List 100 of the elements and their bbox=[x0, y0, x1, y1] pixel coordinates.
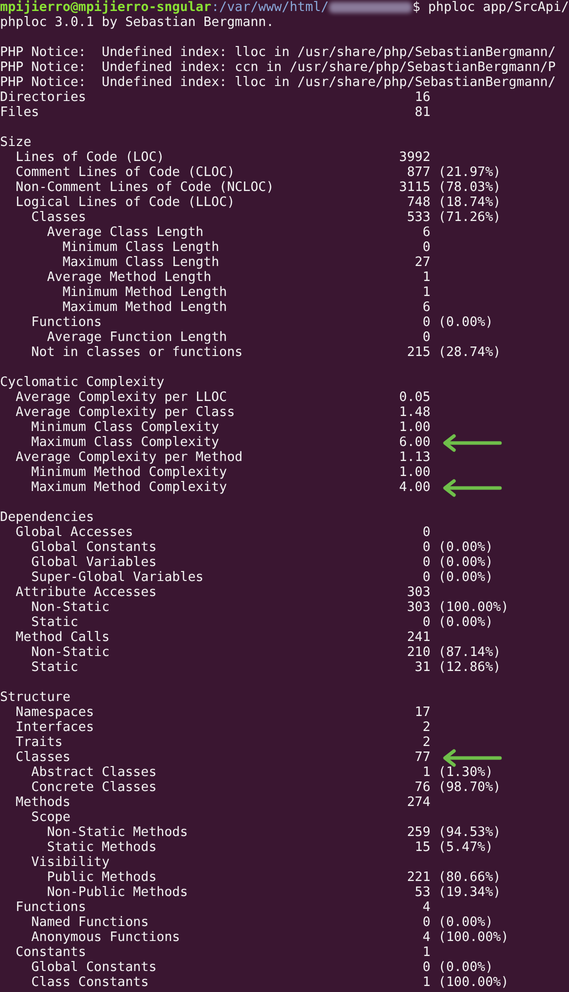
metric-percent: (100.00%) bbox=[438, 600, 509, 615]
metric-value: 1.00 bbox=[399, 465, 430, 480]
metric-label: Lines of Code (LOC) bbox=[16, 150, 164, 165]
metric-label: Methods bbox=[16, 795, 70, 810]
arrow-icon bbox=[442, 748, 502, 766]
metric-value: 4 bbox=[422, 930, 430, 945]
section-title: Size bbox=[0, 135, 32, 150]
metric-percent: (21.97%) bbox=[438, 165, 501, 180]
metric-percent: (71.26%) bbox=[438, 210, 501, 225]
metric-value: 0 bbox=[422, 960, 430, 975]
metric-value: 17 bbox=[414, 705, 430, 720]
metric-value: 1 bbox=[422, 975, 430, 990]
metric-label: Scope bbox=[31, 810, 70, 825]
section-title: Cyclomatic Complexity bbox=[0, 375, 164, 390]
metric-label: Classes bbox=[31, 210, 86, 225]
metric-label: Average Method Length bbox=[46, 270, 212, 285]
metric-label: Interfaces bbox=[16, 720, 94, 735]
metric-label: Non-Comment Lines of Code (NCLOC) bbox=[16, 180, 274, 195]
metric-label: Method Calls bbox=[16, 630, 110, 645]
metric-label: Average Complexity per LLOC bbox=[16, 390, 227, 405]
metric-percent: (0.00%) bbox=[438, 615, 494, 630]
metric-value: 259 bbox=[406, 825, 430, 840]
metric-value: 0 bbox=[422, 315, 430, 330]
metric-label: Files bbox=[0, 105, 40, 120]
metric-label: Maximum Class Length bbox=[62, 255, 220, 270]
metric-label: Minimum Method Complexity bbox=[31, 465, 227, 480]
metric-percent: (100.00%) bbox=[438, 975, 509, 990]
metric-label: Static Methods bbox=[46, 840, 157, 855]
metric-percent: (78.03%) bbox=[438, 180, 501, 195]
metric-label: Directories bbox=[0, 90, 86, 105]
metric-label: Average Complexity per Class bbox=[16, 405, 235, 420]
notice-text: PHP Notice: Undefined index: lloc in /usr/share/php/SebastianBergmann/ bbox=[0, 45, 556, 60]
metric-label: Classes bbox=[16, 750, 70, 765]
metric-label: Traits bbox=[16, 735, 63, 750]
metric-label: Constants bbox=[16, 945, 86, 960]
banner-text: phploc 3.0.1 by Sebastian Bergmann. bbox=[0, 15, 274, 30]
metric-value: 2 bbox=[422, 720, 430, 735]
metric-label: Global Constants bbox=[31, 540, 157, 555]
metric-percent: (0.00%) bbox=[438, 915, 494, 930]
metric-percent: (5.47%) bbox=[438, 840, 494, 855]
metric-percent: (100.00%) bbox=[438, 930, 509, 945]
metric-value: 3115 bbox=[399, 180, 430, 195]
command-text: phploc app/SrcApi/ bbox=[428, 0, 569, 15]
metric-label: Functions bbox=[16, 900, 86, 915]
metric-label: Anonymous Functions bbox=[31, 930, 180, 945]
metric-label: Maximum Class Complexity bbox=[31, 435, 220, 450]
metric-label: Global Accesses bbox=[16, 525, 134, 540]
metric-label: Concrete Classes bbox=[31, 780, 157, 795]
metric-label: Static bbox=[31, 660, 78, 675]
metric-percent: (1.30%) bbox=[438, 765, 494, 780]
arrow-icon bbox=[442, 478, 502, 496]
metric-label: Global Variables bbox=[31, 555, 157, 570]
metric-value: 1.00 bbox=[399, 420, 430, 435]
metric-percent: (0.00%) bbox=[438, 315, 494, 330]
metric-percent: (80.66%) bbox=[438, 870, 501, 885]
metric-percent: (19.34%) bbox=[438, 885, 501, 900]
metric-label: Maximum Method Complexity bbox=[31, 480, 227, 495]
metric-percent: (94.53%) bbox=[438, 825, 501, 840]
metric-value: 221 bbox=[406, 870, 430, 885]
metric-value: 303 bbox=[406, 600, 430, 615]
metric-label: Abstract Classes bbox=[31, 765, 157, 780]
metric-value: 210 bbox=[406, 645, 430, 660]
metric-label: Named Functions bbox=[31, 915, 149, 930]
metric-label: Minimum Class Length bbox=[62, 240, 220, 255]
metric-label: Non-Static Methods bbox=[46, 825, 188, 840]
metric-label: Non-Static bbox=[31, 600, 110, 615]
metric-value: 1 bbox=[422, 285, 430, 300]
arrow-icon bbox=[442, 434, 502, 452]
metric-value: 0.05 bbox=[399, 390, 430, 405]
metric-value: 81 bbox=[414, 105, 430, 120]
prompt-path: :/var/www/html/ bbox=[211, 0, 329, 15]
metric-percent: (12.86%) bbox=[438, 660, 501, 675]
metric-value: 1 bbox=[422, 270, 430, 285]
metric-value: 274 bbox=[406, 795, 430, 810]
metric-value: 533 bbox=[406, 210, 430, 225]
metric-value: 76 bbox=[414, 780, 430, 795]
metric-label: Namespaces bbox=[16, 705, 94, 720]
metric-percent: (98.70%) bbox=[438, 780, 501, 795]
metric-value: 15 bbox=[414, 840, 430, 855]
metric-label: Visibility bbox=[31, 855, 110, 870]
metric-value: 1 bbox=[422, 945, 430, 960]
metric-value: 0 bbox=[422, 525, 430, 540]
metric-percent: (87.14%) bbox=[438, 645, 501, 660]
metric-value: 748 bbox=[406, 195, 430, 210]
metric-label: Non-Static bbox=[31, 645, 110, 660]
section-title: Structure bbox=[0, 690, 70, 705]
metric-value: 2 bbox=[422, 735, 430, 750]
metric-value: 241 bbox=[406, 630, 430, 645]
metric-label: Comment Lines of Code (CLOC) bbox=[16, 165, 235, 180]
metric-label: Average Class Length bbox=[46, 225, 204, 240]
metric-value: 877 bbox=[406, 165, 430, 180]
metric-label: Not in classes or functions bbox=[31, 345, 243, 360]
metric-label: Static bbox=[31, 615, 78, 630]
metric-value: 3992 bbox=[399, 150, 430, 165]
metric-label: Non-Public Methods bbox=[46, 885, 188, 900]
metric-label: Global Constants bbox=[31, 960, 157, 975]
metric-value: 6 bbox=[422, 225, 430, 240]
metric-value: 4.00 bbox=[399, 480, 430, 495]
metric-label: Minimum Class Complexity bbox=[31, 420, 220, 435]
metric-percent: (0.00%) bbox=[438, 540, 494, 555]
